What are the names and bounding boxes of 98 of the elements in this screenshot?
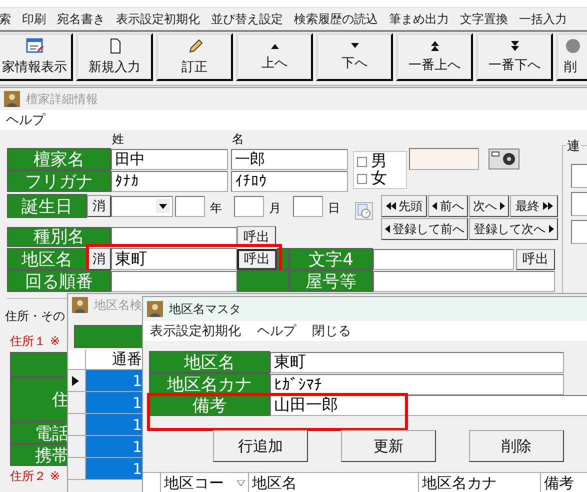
left-triangle-icon — [384, 225, 390, 233]
up-triangle-icon — [270, 42, 280, 50]
field-label: 誕生日 — [7, 194, 87, 218]
field-label: 備考 — [149, 395, 270, 416]
section-title: 住所２ ※ — [10, 469, 60, 483]
empty-label-cell — [10, 352, 70, 377]
toolbar-button[interactable]: 下へ — [316, 33, 393, 81]
double-up-icon — [430, 40, 440, 52]
unit-label: 年 — [210, 200, 222, 216]
toolbar-button[interactable]: 一番上へ — [396, 33, 473, 81]
toolbar-button[interactable]: 一番下へ — [476, 33, 553, 81]
column-header: 姓 — [112, 131, 124, 148]
column-header[interactable]: 地区コー — [161, 473, 249, 492]
menu-item[interactable]: 検索履歴の読込 — [294, 10, 378, 28]
menu-item[interactable]: 表示設定初期化 — [116, 10, 200, 28]
input-field[interactable] — [111, 270, 237, 292]
window-icon — [147, 301, 163, 317]
input-field[interactable]: ﾋｶﾞｼﾏﾁ — [270, 374, 564, 394]
menu-item[interactable]: 宛名書き — [57, 10, 105, 28]
input-field[interactable] — [373, 270, 555, 292]
menu-item[interactable]: ヘルプ — [6, 111, 45, 129]
nav-button[interactable]: 最終 — [510, 195, 558, 217]
day-field[interactable] — [293, 196, 323, 216]
menu-item[interactable]: 筆まめ出力 — [389, 10, 449, 28]
camera-icon[interactable] — [488, 148, 520, 170]
input-field[interactable] — [111, 226, 237, 246]
toolbar-button[interactable]: 削 — [556, 33, 587, 81]
sort-icon — [237, 480, 245, 486]
field-label: フリガナ — [7, 170, 111, 192]
nav-button[interactable]: 次へ — [469, 195, 509, 217]
menu-item[interactable]: 印刷 — [22, 10, 46, 28]
input-field[interactable] — [373, 248, 514, 270]
clear-button[interactable]: 消 — [87, 195, 111, 217]
nav-button[interactable]: 登録して前へ — [381, 218, 468, 240]
input-field[interactable]: 山田一郎 — [270, 395, 587, 416]
nav-button[interactable]: 先頭 — [381, 195, 427, 217]
year-dropdown[interactable] — [111, 196, 173, 216]
input-field[interactable]: 東町 — [270, 352, 564, 372]
double-down-icon — [510, 40, 520, 52]
action-button[interactable]: 更新 — [341, 430, 436, 462]
field-label: 地区名 — [149, 351, 270, 373]
toolbar-button[interactable]: 新規入力 — [76, 33, 153, 81]
toolbar-button[interactable]: 訂正 — [156, 33, 233, 81]
rewind-icon — [386, 202, 396, 210]
action-button[interactable]: 行追加 — [213, 430, 308, 462]
checkbox[interactable]: 男 — [357, 153, 406, 170]
toolbar-button[interactable]: 上へ — [236, 33, 313, 81]
month-field[interactable] — [234, 196, 264, 216]
input-field[interactable]: ｲﾁﾛｳ — [231, 170, 348, 192]
toolbar-button[interactable]: 家情報表示 — [0, 33, 73, 81]
call-button[interactable]: 呼出 — [516, 248, 555, 270]
call-button[interactable]: 呼出 — [237, 248, 277, 270]
input-field[interactable]: ﾀﾅｶ — [111, 170, 228, 192]
input-field[interactable]: 東町 — [111, 248, 237, 270]
right-triangle-icon — [500, 202, 505, 210]
down-triangle-icon — [350, 42, 360, 50]
current-row-icon — [72, 376, 79, 386]
form-icon — [26, 38, 44, 54]
fast-forward-icon — [542, 202, 552, 210]
window-title: 地区名検 — [94, 296, 142, 314]
left-triangle-icon — [432, 202, 437, 210]
input-field[interactable]: 田中 — [111, 148, 228, 170]
input-field[interactable]: 一郎 — [231, 148, 348, 170]
column-header: 名 — [232, 131, 244, 148]
menu-item[interactable]: 閉じる — [312, 322, 351, 340]
column-header[interactable]: 備考 — [541, 473, 587, 492]
column-header[interactable]: 地区名 — [249, 473, 419, 492]
dropdown-caret-icon — [156, 199, 170, 213]
action-button[interactable]: 削除 — [469, 430, 564, 462]
menu-item[interactable]: 一括入力 — [519, 10, 567, 28]
photo-field — [409, 148, 479, 170]
field-label: 回る順番 — [7, 270, 111, 292]
menu-item[interactable]: 表示設定初期化 — [150, 322, 241, 340]
nav-button[interactable]: 前へ — [428, 195, 468, 217]
field-label: 地区名カナ — [149, 373, 270, 395]
field-label: 地区名 — [7, 248, 87, 270]
unit-label: 月 — [269, 200, 281, 216]
menu-item[interactable]: ヘルプ — [257, 322, 296, 340]
menu-item[interactable]: 並び替え設定 — [211, 10, 283, 28]
unit-label: 日 — [328, 200, 340, 216]
window-icon — [72, 297, 88, 313]
field-label: 屋号等 — [289, 270, 373, 292]
menu-item[interactable]: 文字置換 — [460, 10, 508, 28]
right-triangle-icon — [548, 225, 554, 233]
checkbox[interactable]: 女 — [357, 170, 406, 187]
year-field[interactable] — [175, 196, 205, 216]
window-title: 地区名マスタ — [169, 300, 241, 318]
column-header[interactable]: 地区名カナ — [419, 473, 541, 492]
field-label: 文字4 — [289, 248, 373, 270]
window-icon — [4, 91, 20, 107]
field-label: 種別名 — [7, 226, 111, 246]
section-title: 住所・その — [5, 309, 65, 323]
window-title: 檀家詳細情報 — [26, 90, 98, 108]
field-label: 住 — [10, 377, 70, 422]
field-label: 檀家名 — [7, 148, 111, 170]
nav-button[interactable]: 登録して次へ — [469, 218, 558, 240]
section-title: 住所１ ※ — [10, 334, 60, 348]
clear-button[interactable]: 消 — [87, 248, 111, 270]
